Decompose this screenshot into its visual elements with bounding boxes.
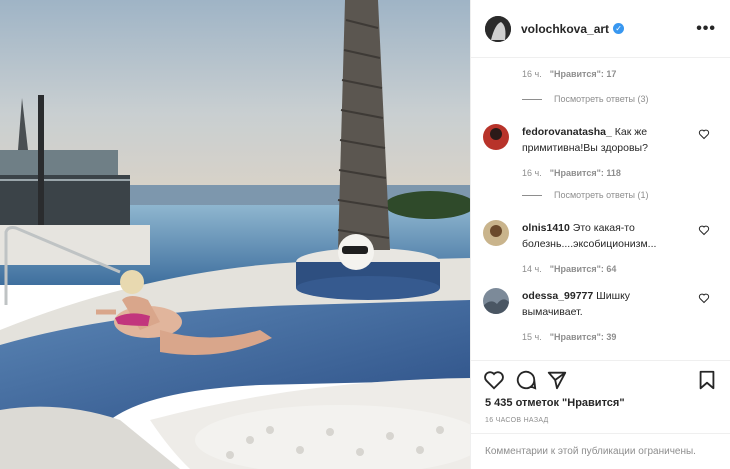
divider (522, 194, 542, 196)
heart-icon[interactable] (483, 369, 505, 391)
share-icon[interactable] (546, 369, 568, 391)
view-replies-button[interactable]: Посмотреть ответы (1) (522, 190, 649, 200)
avatar[interactable] (485, 15, 511, 42)
comment-username[interactable]: fedorovanatasha_ (522, 126, 612, 138)
avatar[interactable] (483, 288, 509, 314)
comment-meta: 16 ч. "Нравится": 118 (522, 165, 687, 181)
divider (522, 98, 542, 100)
avatar[interactable] (483, 220, 509, 246)
comment-like-count[interactable]: "Нравится": 64 (550, 261, 617, 277)
post-modal: volochkova_art ✓ ••• 16 ч. "Нравится": 1… (0, 0, 730, 469)
comment-meta: 15 ч. "Нравится": 39 (522, 329, 687, 345)
comment-meta: 16 ч. "Нравится": 17 (522, 69, 616, 79)
comment-time: 14 ч. (522, 264, 542, 274)
comments-panel: volochkova_art ✓ ••• 16 ч. "Нравится": 1… (470, 0, 730, 469)
comment-body: olnis1410 Это какая-то болезнь....эксоби… (522, 220, 687, 277)
comment-item: olnis1410 Это какая-то болезнь....эксоби… (483, 220, 718, 277)
post-actions: 5 435 отметок "Нравится" 16 ЧАСОВ НАЗАД … (471, 360, 730, 461)
view-replies-label: Посмотреть ответы (3) (554, 94, 649, 104)
comments-list: 16 ч. "Нравится": 17 Посмотреть ответы (… (471, 58, 730, 358)
verified-badge-icon: ✓ (613, 23, 625, 34)
comment-item: odessa_99777 Шишку вымачивает. 15 ч. "Нр… (483, 288, 718, 345)
heart-icon[interactable] (698, 128, 710, 140)
comment-like-count[interactable]: "Нравится": 118 (550, 165, 621, 181)
comment-icon[interactable] (515, 369, 537, 391)
action-icons (483, 369, 718, 391)
comment-time: 16 ч. (522, 168, 542, 178)
post-header: volochkova_art ✓ ••• (471, 0, 730, 58)
more-horizontal-icon[interactable]: ••• (696, 20, 716, 38)
avatar[interactable] (483, 124, 509, 150)
comment-time: 15 ч. (522, 332, 542, 342)
comment-item: fedorovanatasha_ Как же примитивна!Вы зд… (483, 124, 718, 181)
comment-body: fedorovanatasha_ Как же примитивна!Вы зд… (522, 124, 687, 181)
comment-body: odessa_99777 Шишку вымачивает. 15 ч. "Нр… (522, 288, 687, 345)
comment-meta: 14 ч. "Нравится": 64 (522, 261, 687, 277)
comment-like-count[interactable]: "Нравится": 39 (550, 329, 617, 345)
heart-icon[interactable] (698, 224, 710, 236)
likes-count[interactable]: 5 435 отметок "Нравится" (485, 397, 625, 409)
post-photo[interactable] (0, 0, 470, 469)
view-replies-button[interactable]: Посмотреть ответы (3) (522, 94, 649, 104)
bookmark-icon[interactable] (696, 369, 718, 391)
comment-username[interactable]: olnis1410 (522, 222, 570, 234)
comment-time: 16 ч. (522, 69, 542, 79)
comment-like-count[interactable]: "Нравится": 17 (550, 69, 617, 79)
pool-scene-image (0, 0, 470, 469)
username[interactable]: volochkova_art (521, 22, 609, 36)
view-replies-label: Посмотреть ответы (1) (554, 190, 649, 200)
heart-icon[interactable] (698, 292, 710, 304)
comment-username[interactable]: odessa_99777 (522, 290, 593, 302)
post-timestamp[interactable]: 16 ЧАСОВ НАЗАД (485, 417, 549, 424)
comments-closed-notice: Комментарии к этой публикации ограничены… (471, 433, 730, 457)
